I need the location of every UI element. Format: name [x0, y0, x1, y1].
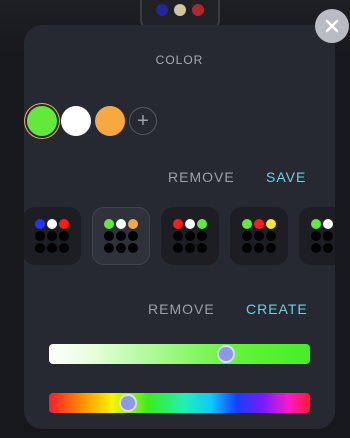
preset-led-grid	[242, 219, 276, 253]
preset-led-grid	[173, 219, 207, 253]
preset-card[interactable]	[299, 207, 335, 265]
preset-list[interactable]	[24, 205, 335, 273]
led-dot	[128, 231, 138, 241]
close-button[interactable]	[315, 9, 349, 43]
led-dot	[47, 243, 57, 253]
led-dot	[197, 219, 207, 229]
preset-led-grid	[311, 219, 335, 253]
color-swatch[interactable]	[95, 106, 125, 136]
preset-card[interactable]	[161, 207, 219, 265]
led-dot	[47, 219, 57, 229]
save-button[interactable]: SAVE	[266, 169, 306, 185]
led-dot	[266, 243, 276, 253]
saturation-slider-handle[interactable]	[217, 345, 235, 363]
hue-slider-handle[interactable]	[119, 394, 137, 412]
create-button[interactable]: CREATE	[246, 301, 308, 317]
led-dot	[128, 243, 138, 253]
led-dot	[185, 219, 195, 229]
led-dot	[104, 219, 114, 229]
hue-slider[interactable]	[49, 393, 310, 413]
led-dot	[242, 231, 252, 241]
preset-card[interactable]	[92, 207, 150, 265]
led-dot	[116, 243, 126, 253]
color-swatch[interactable]	[61, 106, 91, 136]
remove-color-button[interactable]: REMOVE	[168, 169, 235, 185]
led-dot	[323, 243, 333, 253]
led-dot	[254, 219, 264, 229]
dialog-title: COLOR	[155, 53, 204, 67]
led-dot	[116, 231, 126, 241]
device-dot	[174, 4, 186, 16]
led-dot	[242, 243, 252, 253]
led-dot	[254, 243, 264, 253]
led-dot	[116, 219, 126, 229]
led-dot	[104, 243, 114, 253]
led-dot	[173, 243, 183, 253]
led-dot	[59, 219, 69, 229]
preset-card[interactable]	[230, 207, 288, 265]
led-dot	[266, 219, 276, 229]
color-swatch[interactable]	[27, 106, 57, 136]
led-dot	[197, 243, 207, 253]
close-icon	[325, 19, 339, 33]
led-dot	[35, 231, 45, 241]
saturation-slider[interactable]	[49, 344, 310, 364]
led-dot	[59, 243, 69, 253]
led-dot	[185, 231, 195, 241]
led-dot	[173, 219, 183, 229]
led-dot	[311, 219, 321, 229]
led-dot	[323, 219, 333, 229]
preset-led-grid	[35, 219, 69, 253]
color-dialog: COLOR + REMOVE SAVE REMOVE CREATE	[24, 25, 335, 429]
led-dot	[104, 231, 114, 241]
led-dot	[323, 231, 333, 241]
preset-card[interactable]	[24, 207, 81, 265]
led-dot	[35, 243, 45, 253]
led-dot	[311, 231, 321, 241]
led-dot	[242, 219, 252, 229]
led-dot	[35, 219, 45, 229]
device-dot	[192, 4, 204, 16]
preset-led-grid	[104, 219, 138, 253]
led-dot	[197, 231, 207, 241]
add-color-button[interactable]: +	[129, 107, 157, 135]
led-dot	[128, 219, 138, 229]
led-dot	[47, 231, 57, 241]
led-dot	[173, 231, 183, 241]
remove-preset-button[interactable]: REMOVE	[148, 301, 215, 317]
led-dot	[266, 231, 276, 241]
led-dot	[185, 243, 195, 253]
led-dot	[254, 231, 264, 241]
led-dot	[59, 231, 69, 241]
device-dot	[156, 4, 168, 16]
led-dot	[311, 243, 321, 253]
